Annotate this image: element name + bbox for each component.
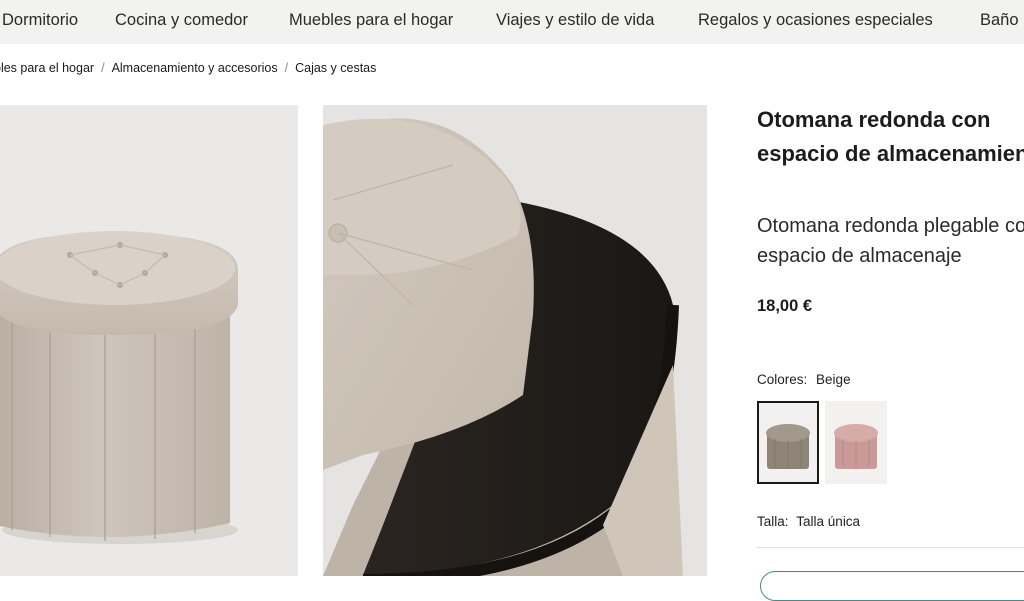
breadcrumb-separator: / [284, 61, 289, 75]
pink-ottoman-thumbnail [834, 424, 878, 469]
nav-item-viajes[interactable]: Viajes y estilo de vida [496, 11, 654, 30]
size-info: Talla: Talla única [757, 514, 860, 529]
top-navigation: Dormitorio Cocina y comedor Muebles para… [0, 0, 1024, 44]
breadcrumb-separator: / [101, 61, 105, 75]
product-subtitle: Otomana redonda plegable con espacio de … [757, 215, 1024, 267]
breadcrumb: bles para el hogar / Almacenamiento y acce… [0, 61, 376, 75]
breadcrumb-item-almacenamiento[interactable]: Almacenamiento y accesorios [112, 61, 278, 75]
colors-label: Colores: Beige [757, 372, 851, 387]
product-image-main[interactable] [0, 105, 298, 576]
colors-label-text: Colores: [757, 372, 808, 387]
color-swatch-rosa[interactable] [825, 401, 887, 484]
nav-item-bano[interactable]: Baño [980, 11, 1019, 30]
product-price: 18,00 € [757, 297, 813, 315]
selected-color-value: Beige [816, 372, 851, 387]
size-label: Talla: [757, 514, 789, 529]
ottoman-closed-illustration [0, 231, 238, 544]
nav-item-cocina[interactable]: Cocina y comedor [115, 11, 248, 30]
product-image-detail[interactable] [323, 105, 707, 576]
nav-item-regalos[interactable]: Regalos y ocasiones especiales [698, 11, 933, 30]
product-title: Otomana redonda con espacio de almacenam… [757, 107, 1024, 166]
ottoman-open-illustration [323, 118, 683, 576]
divider [757, 547, 1024, 548]
beige-ottoman-thumbnail [766, 424, 810, 469]
breadcrumb-item-muebles[interactable]: bles para el hogar [0, 61, 94, 75]
nav-item-dormitorio[interactable]: Dormitorio [2, 11, 78, 30]
color-swatch-beige[interactable] [757, 401, 819, 484]
breadcrumb-item-cajas[interactable]: Cajas y cestas [295, 61, 376, 75]
size-value: Talla única [796, 514, 861, 529]
nav-item-muebles[interactable]: Muebles para el hogar [289, 11, 453, 30]
